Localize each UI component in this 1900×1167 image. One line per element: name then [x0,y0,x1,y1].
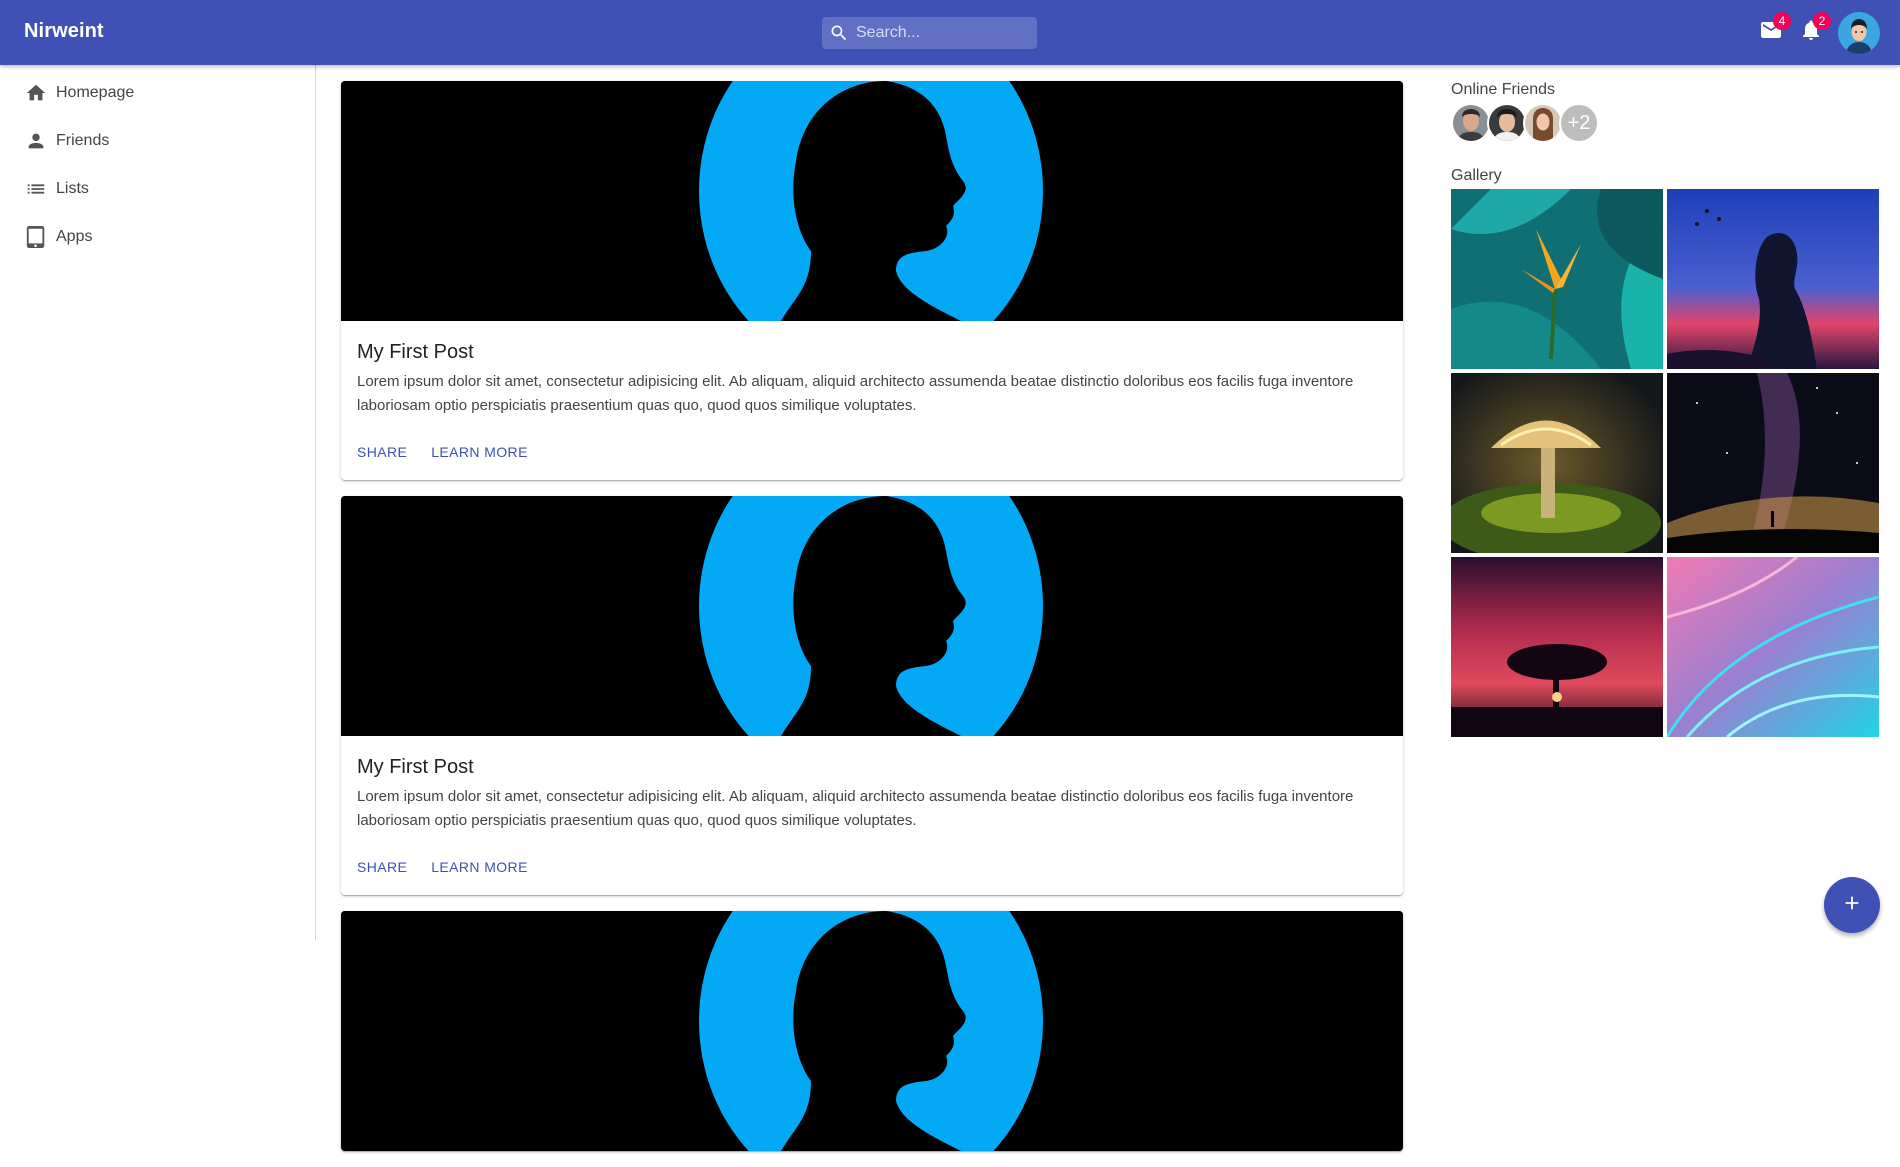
gallery-image-pink-cyan-leaves[interactable] [1667,557,1879,737]
sidebar-item-apps[interactable]: Apps [0,213,315,261]
post-body: Lorem ipsum dolor sit amet, consectetur … [357,373,1354,414]
post-card: My First Post Lorem ipsum dolor sit amet… [341,496,1403,895]
mail-button[interactable]: 4 [1753,12,1791,50]
post-feed: My First Post Lorem ipsum dolor sit amet… [341,81,1403,1167]
tablet-icon [24,225,48,249]
post-title: My First Post [357,341,474,363]
post-image-silhouette [341,496,1403,736]
more-friends-avatar[interactable]: +2 [1559,103,1599,143]
sidebar-item-label: Lists [56,180,89,197]
gallery-image-tree-sunset[interactable] [1451,557,1663,737]
gallery-title: Gallery [1451,167,1502,184]
sidebar-item-lists[interactable]: Lists [0,165,315,213]
learn-more-button[interactable]: LEARN MORE [423,851,536,883]
person-icon [24,129,48,153]
learn-more-button[interactable]: LEARN MORE [423,436,536,468]
sidebar-item-homepage[interactable]: Homepage [0,69,315,117]
gallery-image-tropical-flower[interactable] [1451,189,1663,369]
gallery-grid [1451,189,1879,737]
notifications-button[interactable]: 2 [1793,12,1831,50]
post-title: My First Post [357,756,474,778]
right-panel: Online Friends +2 Gallery [1451,81,1879,737]
sidebar-item-label: Friends [56,132,110,149]
online-friends-group: +2 [1451,103,1879,143]
share-button[interactable]: SHARE [349,436,415,468]
list-icon [24,177,48,201]
app-bar: Nirweint 4 2 [0,0,1900,65]
home-icon [24,81,48,105]
search-icon [822,17,856,49]
plus-icon [1841,892,1863,919]
notifications-badge: 2 [1813,12,1831,30]
sidebar-item-label: Apps [56,228,93,245]
add-fab-button[interactable] [1824,877,1880,933]
user-avatar[interactable] [1838,12,1880,54]
share-button[interactable]: SHARE [349,851,415,883]
sidebar-item-friends[interactable]: Friends [0,117,315,165]
sidebar: Homepage Friends Lists Apps [0,65,316,940]
search-input[interactable] [856,24,1026,42]
post-image-silhouette [341,911,1403,1151]
search-box[interactable] [822,17,1037,49]
friend-avatar[interactable] [1487,103,1527,143]
brand-logo[interactable]: Nirweint [24,20,104,43]
online-friends-title: Online Friends [1451,81,1556,98]
post-image-silhouette [341,81,1403,321]
post-card: My First Post Lorem ipsum dolor sit amet… [341,81,1403,480]
sidebar-item-label: Homepage [56,84,135,101]
post-body: Lorem ipsum dolor sit amet, consectetur … [357,788,1354,829]
gallery-image-milky-way-night[interactable] [1667,373,1879,553]
post-card-partial [341,911,1403,1151]
friend-avatar[interactable] [1523,103,1563,143]
gallery-image-glowing-mushroom[interactable] [1451,373,1663,553]
mail-badge: 4 [1773,12,1791,30]
gallery-image-woman-silhouette-sunset[interactable] [1667,189,1879,369]
friend-avatar[interactable] [1451,103,1491,143]
